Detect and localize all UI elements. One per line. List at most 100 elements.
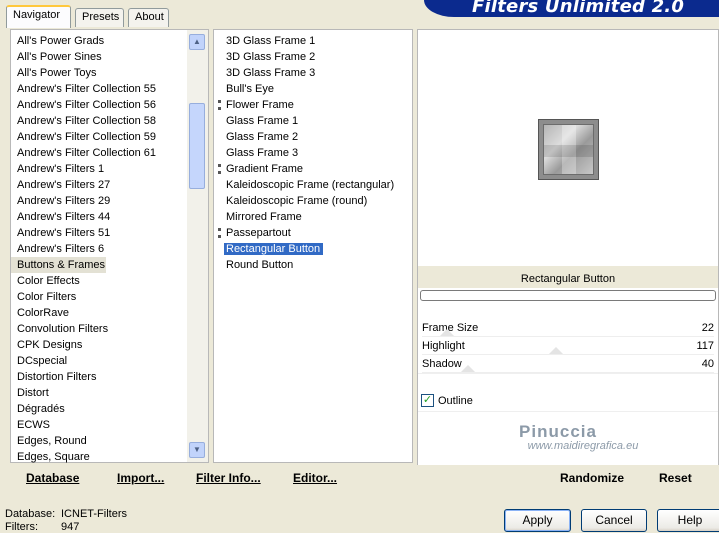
- filter-item-label: Glass Frame 1: [226, 115, 299, 127]
- category-item[interactable]: All's Power Toys: [11, 65, 208, 81]
- editor-button[interactable]: Editor...: [293, 471, 337, 485]
- param-shadow[interactable]: Shadow 40: [418, 355, 718, 373]
- filter-item-label: Glass Frame 2: [226, 131, 299, 143]
- app-title: Filters Unlimited 2.0: [472, 0, 685, 17]
- filter-item-label: Bull's Eye: [226, 83, 274, 95]
- help-button[interactable]: Help: [657, 509, 719, 532]
- filter-item-label: Kaleidoscopic Frame (round): [226, 195, 368, 207]
- preview-panel: Rectangular Button Frame Size 22 Highlig…: [417, 29, 719, 466]
- filter-item-label: 3D Glass Frame 3: [226, 67, 316, 79]
- category-item[interactable]: DCspecial: [11, 353, 208, 369]
- category-item[interactable]: Andrew's Filters 44: [11, 209, 208, 225]
- filter-item-label: Gradient Frame: [226, 163, 304, 175]
- filter-info-button[interactable]: Filter Info...: [196, 471, 261, 485]
- param-slider[interactable]: [422, 365, 714, 373]
- category-item[interactable]: Andrew's Filters 1: [11, 161, 208, 177]
- tab-about[interactable]: About: [128, 8, 169, 27]
- filter-item[interactable]: Glass Frame 2: [214, 129, 412, 145]
- slider-knob[interactable]: [460, 365, 475, 372]
- chevron-down-icon[interactable]: ▼: [189, 442, 205, 458]
- category-item[interactable]: ECWS: [11, 417, 208, 433]
- category-item[interactable]: Andrew's Filter Collection 61: [11, 145, 208, 161]
- tab-navigator[interactable]: Navigator: [6, 5, 71, 28]
- grip-marker-icon: [218, 100, 221, 110]
- category-item[interactable]: Edges, Square: [11, 449, 208, 465]
- filter-item[interactable]: Flower Frame: [214, 97, 412, 113]
- filter-item-label: Kaleidoscopic Frame (rectangular): [226, 179, 395, 191]
- category-item[interactable]: Andrew's Filter Collection 59: [11, 129, 208, 145]
- app-banner: Filters Unlimited 2.0: [424, 0, 719, 17]
- outline-option[interactable]: ✓ Outline: [418, 391, 718, 411]
- category-item[interactable]: Andrew's Filters 51: [11, 225, 208, 241]
- filter-item[interactable]: Rectangular Button: [214, 241, 412, 257]
- cancel-button[interactable]: Cancel: [581, 509, 647, 532]
- slider-knob[interactable]: [548, 347, 563, 354]
- empty-param-row: [418, 373, 718, 391]
- category-item[interactable]: Convolution Filters: [11, 321, 208, 337]
- category-scrollbar[interactable]: ▲ ▼: [187, 30, 208, 462]
- param-label: Highlight: [422, 340, 465, 352]
- category-list-panel: All's Power Grads All's Power Sines All's …: [10, 29, 209, 463]
- filter-item-label: Rectangular Button: [224, 243, 324, 255]
- category-item[interactable]: All's Power Grads: [11, 33, 208, 49]
- filter-item-label: Flower Frame: [226, 99, 294, 111]
- category-item[interactable]: Andrew's Filter Collection 55: [11, 81, 208, 97]
- filter-list-panel: 3D Glass Frame 1 3D Glass Frame 2 3D Glass…: [213, 29, 413, 463]
- category-item[interactable]: Andrew's Filter Collection 56: [11, 97, 208, 113]
- grip-marker-icon: [218, 164, 221, 174]
- filter-item[interactable]: Passepartout: [214, 225, 412, 241]
- category-item[interactable]: ColorRave: [11, 305, 208, 321]
- preview-area[interactable]: [418, 30, 718, 266]
- watermark-url: www.maidiregrafica.eu: [527, 440, 639, 452]
- filter-item[interactable]: Mirrored Frame: [214, 209, 412, 225]
- filter-item[interactable]: Kaleidoscopic Frame (rectangular): [214, 177, 412, 193]
- preview-thumbnail: [538, 119, 599, 180]
- apply-button[interactable]: Apply: [504, 509, 571, 532]
- preview-toolbar: Randomize Reset: [417, 465, 719, 492]
- filter-item[interactable]: 3D Glass Frame 2: [214, 49, 412, 65]
- filter-item[interactable]: Round Button: [214, 257, 412, 273]
- category-item[interactable]: Buttons & Frames: [11, 257, 106, 273]
- category-item[interactable]: Distortion Filters: [11, 369, 208, 385]
- outline-checkbox[interactable]: ✓: [421, 394, 434, 407]
- parameter-list: Frame Size 22 Highlight 117 Shadow 40 ✓ …: [418, 319, 718, 429]
- outline-label: Outline: [438, 395, 473, 407]
- category-item[interactable]: Andrew's Filters 27: [11, 177, 208, 193]
- navigator-toolbar: Database Import... Filter Info... Editor…: [10, 465, 413, 492]
- grip-marker-icon: [218, 228, 221, 238]
- filter-item-label: Round Button: [226, 259, 294, 271]
- filter-item[interactable]: Kaleidoscopic Frame (round): [214, 193, 412, 209]
- slider-knob[interactable]: [440, 329, 455, 336]
- import-button[interactable]: Import...: [117, 471, 164, 485]
- database-button[interactable]: Database: [26, 471, 79, 485]
- category-item[interactable]: Andrew's Filters 29: [11, 193, 208, 209]
- progress-bar: [420, 290, 716, 301]
- filter-item[interactable]: 3D Glass Frame 3: [214, 65, 412, 81]
- category-item[interactable]: Color Filters: [11, 289, 208, 305]
- category-item[interactable]: CPK Designs: [11, 337, 208, 353]
- category-item[interactable]: Andrew's Filter Collection 58: [11, 113, 208, 129]
- category-item[interactable]: Distort: [11, 385, 208, 401]
- scroll-thumb[interactable]: [189, 103, 205, 189]
- status-database-value: ICNET-Filters: [61, 508, 127, 520]
- chevron-up-icon[interactable]: ▲: [189, 34, 205, 50]
- category-item[interactable]: Edges, Round: [11, 433, 208, 449]
- reset-button[interactable]: Reset: [659, 471, 692, 485]
- status-filters-value: 947: [61, 521, 80, 533]
- filter-item[interactable]: Glass Frame 3: [214, 145, 412, 161]
- filter-item-label: 3D Glass Frame 1: [226, 35, 316, 47]
- status-filters-label: Filters:: [5, 521, 38, 533]
- filter-item[interactable]: Glass Frame 1: [214, 113, 412, 129]
- filter-item[interactable]: 3D Glass Frame 1: [214, 33, 412, 49]
- param-highlight[interactable]: Highlight 117: [418, 337, 718, 355]
- filter-item[interactable]: Bull's Eye: [214, 81, 412, 97]
- category-item[interactable]: Dégradés: [11, 401, 208, 417]
- filter-item[interactable]: Gradient Frame: [214, 161, 412, 177]
- category-item[interactable]: All's Power Sines: [11, 49, 208, 65]
- param-frame-size[interactable]: Frame Size 22: [418, 319, 718, 337]
- category-item[interactable]: Color Effects: [11, 273, 208, 289]
- randomize-button[interactable]: Randomize: [560, 471, 624, 485]
- tab-presets[interactable]: Presets: [75, 8, 124, 27]
- param-value: 117: [696, 340, 714, 352]
- category-item[interactable]: Andrew's Filters 6: [11, 241, 208, 257]
